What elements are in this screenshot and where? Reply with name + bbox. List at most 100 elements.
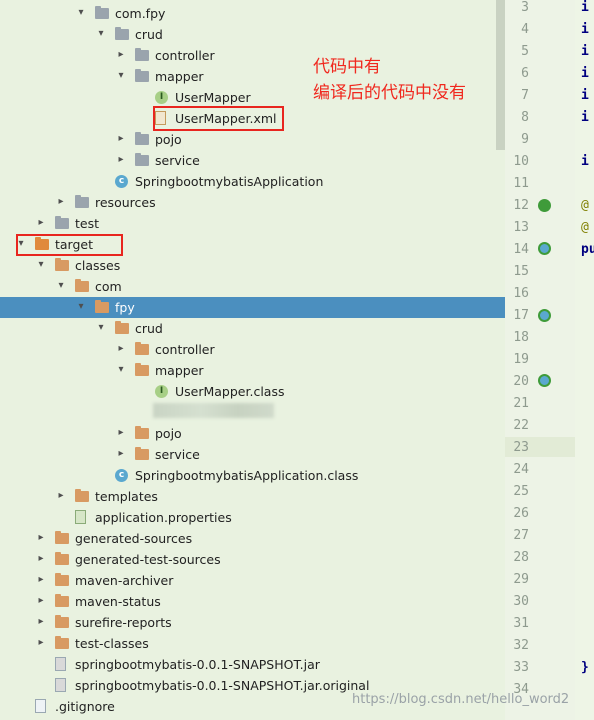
- tree-item-label: crud: [135, 321, 163, 336]
- chevron-right-icon[interactable]: ▸: [35, 217, 47, 229]
- chevron-right-icon[interactable]: ▸: [115, 154, 127, 166]
- folder-icon: [55, 573, 69, 586]
- run-gutter-icon[interactable]: [538, 199, 551, 212]
- folder-icon: [95, 300, 109, 313]
- tree-item[interactable]: ▾ com.fpy: [0, 3, 505, 24]
- line-number: 14: [513, 242, 529, 257]
- tree-item[interactable]: ▸ pojo: [0, 423, 505, 444]
- folder-icon: [135, 153, 149, 166]
- tree-item-label: controller: [155, 48, 215, 63]
- class-icon: c: [115, 469, 128, 482]
- line-number: 29: [513, 572, 529, 587]
- tree-item[interactable]: ▾ crud: [0, 24, 505, 45]
- chevron-down-icon[interactable]: ▾: [115, 364, 127, 376]
- code-line: i: [581, 44, 589, 59]
- tree-item[interactable]: ▸ maven-status: [0, 591, 505, 612]
- tree-item-label: UserMapper: [175, 90, 251, 105]
- tree-item[interactable]: ▾ mapper: [0, 360, 505, 381]
- folder-icon: [135, 447, 149, 460]
- tree-item[interactable]: ▾ classes: [0, 255, 505, 276]
- chevron-right-icon[interactable]: ▸: [35, 616, 47, 628]
- tree-item-label: generated-test-sources: [75, 552, 221, 567]
- folder-icon: [55, 615, 69, 628]
- folder-icon: [75, 195, 89, 208]
- line-number: 12: [513, 198, 529, 213]
- method-gutter-icon[interactable]: [538, 374, 551, 387]
- folder-icon: [55, 258, 69, 271]
- code-line: i: [581, 88, 589, 103]
- tree-item[interactable]: ▸ surefire-reports: [0, 612, 505, 633]
- line-number: 24: [513, 462, 529, 477]
- code-line: i: [581, 154, 589, 169]
- class-gutter-icon[interactable]: [538, 242, 551, 255]
- tree-item[interactable]: ▸ controller: [0, 339, 505, 360]
- chevron-down-icon[interactable]: ▾: [75, 7, 87, 19]
- jar-file-icon: [55, 657, 66, 671]
- folder-icon: [55, 552, 69, 565]
- code-line: @: [581, 198, 589, 213]
- line-number: 23: [513, 440, 529, 455]
- chevron-down-icon[interactable]: ▾: [35, 259, 47, 271]
- chevron-right-icon[interactable]: ▸: [115, 343, 127, 355]
- line-number: 19: [513, 352, 529, 367]
- tree-item-label: SpringbootmybatisApplication.class: [135, 468, 359, 483]
- class-icon: c: [115, 175, 128, 188]
- tree-scrollbar[interactable]: [496, 0, 505, 150]
- folder-icon: [55, 594, 69, 607]
- blurred-item: [153, 403, 274, 418]
- chevron-right-icon[interactable]: ▸: [35, 595, 47, 607]
- tree-item[interactable]: ▸ pojo: [0, 129, 505, 150]
- chevron-right-icon[interactable]: ▸: [115, 427, 127, 439]
- tree-item-label: springbootmybatis-0.0.1-SNAPSHOT.jar.ori…: [75, 678, 370, 693]
- tree-item[interactable]: ▾ fpy: [0, 297, 505, 318]
- chevron-right-icon[interactable]: ▸: [35, 553, 47, 565]
- tree-item[interactable]: ▸ generated-sources: [0, 528, 505, 549]
- tree-item[interactable]: ▸ service: [0, 444, 505, 465]
- tree-item[interactable]: ▸ test-classes: [0, 633, 505, 654]
- tree-item[interactable]: ▾ com: [0, 276, 505, 297]
- chevron-down-icon[interactable]: ▾: [115, 70, 127, 82]
- line-number: 33: [513, 660, 529, 675]
- folder-icon: [55, 531, 69, 544]
- line-number: 21: [513, 396, 529, 411]
- tree-item[interactable]: ▸ maven-archiver: [0, 570, 505, 591]
- tree-item[interactable]: ▸ templates: [0, 486, 505, 507]
- code-line: i: [581, 0, 589, 15]
- code-line: i: [581, 110, 589, 125]
- tree-item[interactable]: ▸ resources: [0, 192, 505, 213]
- chevron-right-icon[interactable]: ▸: [35, 637, 47, 649]
- code-editor[interactable]: [575, 0, 594, 720]
- tree-item[interactable]: springbootmybatis-0.0.1-SNAPSHOT.jar: [0, 654, 505, 675]
- tree-item[interactable]: ▸ generated-test-sources: [0, 549, 505, 570]
- chevron-down-icon[interactable]: ▾: [95, 322, 107, 334]
- line-number: 30: [513, 594, 529, 609]
- chevron-right-icon[interactable]: ▸: [55, 490, 67, 502]
- chevron-right-icon[interactable]: ▸: [35, 574, 47, 586]
- annotation-text: 代码中有 编译后的代码中没有: [313, 54, 466, 106]
- chevron-right-icon[interactable]: ▸: [115, 133, 127, 145]
- tree-item[interactable]: c SpringbootmybatisApplication: [0, 171, 505, 192]
- tree-item-label: crud: [135, 27, 163, 42]
- chevron-right-icon[interactable]: ▸: [55, 196, 67, 208]
- tree-item[interactable]: I UserMapper.class: [0, 381, 505, 402]
- code-line: @: [581, 220, 589, 235]
- tree-item[interactable]: ▾ crud: [0, 318, 505, 339]
- run-class-gutter-icon[interactable]: [538, 309, 551, 322]
- file-icon: [35, 699, 46, 713]
- tree-item[interactable]: c SpringbootmybatisApplication.class: [0, 465, 505, 486]
- line-number: 10: [513, 154, 529, 169]
- chevron-down-icon[interactable]: ▾: [55, 280, 67, 292]
- chevron-right-icon[interactable]: ▸: [115, 49, 127, 61]
- tree-item[interactable]: ▸ test: [0, 213, 505, 234]
- tree-item-label: pojo: [155, 426, 182, 441]
- folder-icon: [115, 321, 129, 334]
- chevron-down-icon[interactable]: ▾: [75, 301, 87, 313]
- tree-item[interactable]: application.properties: [0, 507, 505, 528]
- tree-item-label: test: [75, 216, 100, 231]
- chevron-right-icon[interactable]: ▸: [115, 448, 127, 460]
- chevron-right-icon[interactable]: ▸: [35, 532, 47, 544]
- line-number: 18: [513, 330, 529, 345]
- tree-item[interactable]: ▸ service: [0, 150, 505, 171]
- chevron-down-icon[interactable]: ▾: [95, 28, 107, 40]
- tree-item-label: com.fpy: [115, 6, 166, 21]
